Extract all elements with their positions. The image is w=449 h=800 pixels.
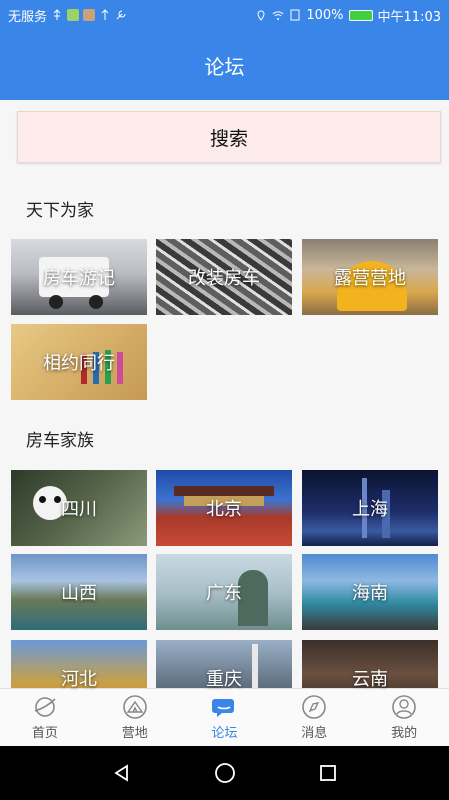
title-bar: 论坛	[0, 30, 449, 100]
carrier-text: 无服务	[8, 9, 48, 25]
user-icon	[392, 695, 416, 719]
app-notification-icon	[67, 9, 80, 21]
battery-percent: 100%	[306, 7, 344, 23]
home-circle-icon	[214, 763, 235, 783]
planet-icon	[34, 697, 56, 717]
section-title-rv-family: 房车家族	[26, 431, 94, 451]
back-triangle-icon	[113, 764, 128, 782]
search-label: 搜索	[209, 127, 248, 150]
home-button[interactable]	[210, 758, 240, 788]
tab-messages[interactable]: 消息	[269, 689, 359, 746]
tile-rv-modification[interactable]: 改装房车	[156, 239, 292, 315]
tab-campsite[interactable]: 营地	[90, 689, 180, 746]
tile-beijing[interactable]: 北京	[156, 470, 292, 546]
tile-shanghai[interactable]: 上海	[302, 470, 438, 546]
page-title: 论坛	[204, 54, 245, 79]
image-notification-icon	[83, 9, 96, 21]
tab-profile[interactable]: 我的	[359, 689, 449, 746]
tile-shanxi[interactable]: 山西	[11, 554, 147, 630]
tab-home[interactable]: 首页	[0, 689, 90, 746]
tent-icon	[122, 695, 147, 719]
compass-icon	[302, 695, 327, 719]
tile-sichuan[interactable]: 四川	[11, 470, 147, 546]
search-button[interactable]: 搜索	[17, 111, 441, 163]
wrench-icon	[116, 10, 126, 20]
recents-button[interactable]	[313, 758, 343, 788]
sim-icon	[290, 9, 300, 21]
section-title-home: 天下为家	[26, 201, 94, 221]
tile-travel-together[interactable]: 相约同行	[11, 324, 147, 400]
tile-camping-site[interactable]: 露营营地	[302, 239, 438, 315]
wifi-icon	[273, 11, 284, 20]
tile-guangdong[interactable]: 广东	[156, 554, 292, 630]
usb-debug-icon	[101, 9, 109, 20]
tile-hainan[interactable]: 海南	[302, 554, 438, 630]
system-nav-bar	[0, 746, 449, 800]
clock: 中午11:03	[377, 9, 441, 25]
tile-rv-travelogue[interactable]: 房车游记	[11, 239, 147, 315]
tab-forum[interactable]: 论坛	[180, 689, 270, 746]
bottom-tab-bar: 首页 营地 论坛 消息 我的	[0, 688, 449, 746]
back-button[interactable]	[107, 758, 137, 788]
location-icon	[257, 10, 265, 21]
chat-bubble-icon	[212, 699, 235, 717]
battery-icon	[348, 9, 373, 21]
recents-square-icon	[319, 765, 336, 781]
usb-icon	[53, 9, 61, 20]
status-bar: 无服务 100% 中午11:03	[0, 0, 449, 30]
